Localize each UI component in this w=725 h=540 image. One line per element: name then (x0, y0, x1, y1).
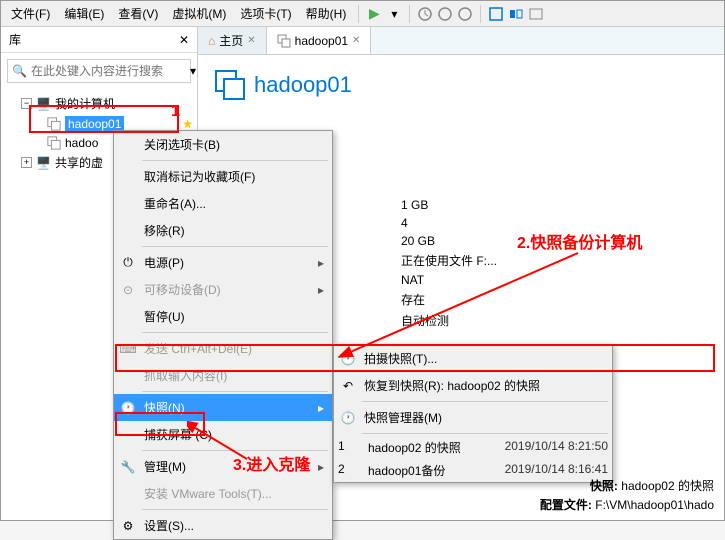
detail-network: NAT (401, 271, 497, 289)
expand-icon[interactable]: + (21, 157, 32, 168)
context-submenu-snapshot: 🕐拍摄快照(T)... ↶恢复到快照(R): hadoop02 的快照 🕐快照管… (333, 344, 613, 483)
tab-home[interactable]: ⌂ 主页 ✕ (198, 27, 267, 54)
shared-label: 共享的虚 (55, 154, 103, 171)
ctx-snapshot[interactable]: 🕐快照(N)▸ (114, 394, 332, 421)
snap-num: 1 (338, 439, 368, 456)
footer-info: 快照: hadoop02 的快照 配置文件: F:\VM\hadoop01\ha… (540, 476, 714, 514)
menu-file[interactable]: 文件(F) (5, 2, 56, 25)
ctx-removable: ⊙可移动设备(D)▸ (114, 276, 332, 303)
detail-disk: 20 GB (401, 232, 497, 250)
vm-icon (47, 136, 61, 150)
ctx-remove[interactable]: 移除(R) (114, 217, 332, 244)
search-box[interactable]: 🔍 ▾ (7, 59, 191, 83)
snapshot-icon[interactable] (416, 5, 434, 23)
home-icon: ⌂ (208, 34, 215, 48)
snap-date: 2019/10/14 8:21:50 (505, 439, 608, 456)
detail-using-file: 正在使用文件 F:... (401, 250, 497, 271)
ctx-take-snapshot[interactable]: 🕐拍摄快照(T)... (334, 345, 612, 372)
wrench-icon: 🔧 (120, 459, 136, 475)
snap-name: hadoop02 的快照 (368, 439, 505, 456)
menu-edit[interactable]: 编辑(E) (58, 2, 110, 25)
gear-icon: ⚙ (120, 518, 136, 534)
ctx-rename[interactable]: 重命名(A)... (114, 190, 332, 217)
keyboard-icon: ⌨ (120, 341, 136, 357)
usb-icon: ⊙ (120, 282, 136, 298)
clock-mgr-icon: 🕐 (340, 410, 356, 426)
close-icon[interactable]: ✕ (179, 33, 189, 47)
tree-my-computer[interactable]: − 🖥️ 我的计算机 (1, 93, 197, 114)
menu-tabs[interactable]: 选项卡(T) (234, 2, 297, 25)
ctx-revert-snapshot[interactable]: ↶恢复到快照(R): hadoop02 的快照 (334, 372, 612, 399)
detail-memory: 1 GB (401, 196, 497, 214)
collapse-icon[interactable]: − (21, 98, 32, 109)
dropdown-icon[interactable]: ▾ (385, 5, 403, 23)
computer-icon: 🖥️ (36, 97, 51, 111)
play-icon[interactable]: ▶ (365, 5, 383, 23)
vm-tab-label: hadoop01 (295, 34, 348, 48)
snap-num: 2 (338, 462, 368, 479)
ctx-grab-input: 抓取输入内容(I) (114, 362, 332, 389)
menu-view[interactable]: 查看(V) (112, 2, 164, 25)
detail-cpu: 4 (401, 214, 497, 232)
star-icon[interactable]: ★ (182, 117, 193, 131)
snapshot-row[interactable]: 1 hadoop02 的快照 2019/10/14 8:21:50 (334, 436, 612, 459)
vm-details: 1 GB 4 20 GB 正在使用文件 F:... NAT 存在 自动检测 (401, 196, 497, 331)
shared-icon: 🖥️ (36, 156, 51, 170)
ctx-capture[interactable]: 捕获屏幕 (C) (114, 421, 332, 448)
ctx-send-cad: ⌨发送 Ctrl+Alt+Del(E) (114, 335, 332, 362)
menu-help[interactable]: 帮助(H) (300, 2, 353, 25)
ctx-install-tools: 安装 VMware Tools(T)... (114, 480, 332, 507)
ctx-pause[interactable]: 暂停(U) (114, 303, 332, 330)
detail-present: 存在 (401, 289, 497, 310)
vm-icon (277, 34, 291, 48)
vm-title: hadoop01 (254, 72, 352, 98)
vm-big-icon (214, 69, 246, 101)
clock-add-icon[interactable] (436, 5, 454, 23)
menubar: 文件(F) 编辑(E) 查看(V) 虚拟机(M) 选项卡(T) 帮助(H) ▶ … (1, 1, 724, 27)
my-computer-label: 我的计算机 (55, 95, 115, 112)
vm-icon (47, 117, 61, 131)
snap-name: hadoop01备份 (368, 462, 505, 479)
search-input[interactable] (31, 64, 186, 78)
detail-auto-detect: 自动检测 (401, 310, 497, 331)
context-menu-vm: 关闭选项卡(B) 取消标记为收藏项(F) 重命名(A)... 移除(R) ⏻电源… (113, 130, 333, 540)
search-icon: 🔍 (12, 64, 27, 78)
library-icon[interactable] (527, 5, 545, 23)
ctx-mark-favorite[interactable]: 取消标记为收藏项(F) (114, 163, 332, 190)
ctx-snapshot-manager[interactable]: 🕐快照管理器(M) (334, 404, 612, 431)
sidebar-title: 库 (9, 31, 21, 48)
ctx-settings[interactable]: ⚙设置(S)... (114, 512, 332, 539)
ctx-manage[interactable]: 🔧管理(M)▸ (114, 453, 332, 480)
fullscreen-icon[interactable] (487, 5, 505, 23)
menu-vm[interactable]: 虚拟机(M) (166, 2, 232, 25)
power-icon: ⏻ (120, 255, 136, 271)
tab-vm[interactable]: hadoop01 ✕ (267, 27, 372, 54)
vm-hadoop02-label: hadoo (65, 136, 98, 150)
close-icon[interactable]: ✕ (352, 35, 360, 46)
clock-icon: 🕐 (120, 400, 136, 416)
clock-icon: 🕐 (340, 351, 356, 367)
home-tab-label: 主页 (219, 32, 243, 49)
tab-bar: ⌂ 主页 ✕ hadoop01 ✕ (198, 27, 724, 55)
clock-mgr-icon[interactable] (456, 5, 474, 23)
search-dropdown-icon[interactable]: ▾ (190, 64, 196, 78)
ctx-power[interactable]: ⏻电源(P)▸ (114, 249, 332, 276)
ctx-close-tab[interactable]: 关闭选项卡(B) (114, 131, 332, 158)
unity-icon[interactable] (507, 5, 525, 23)
close-icon[interactable]: ✕ (247, 35, 255, 46)
revert-icon: ↶ (340, 378, 356, 394)
